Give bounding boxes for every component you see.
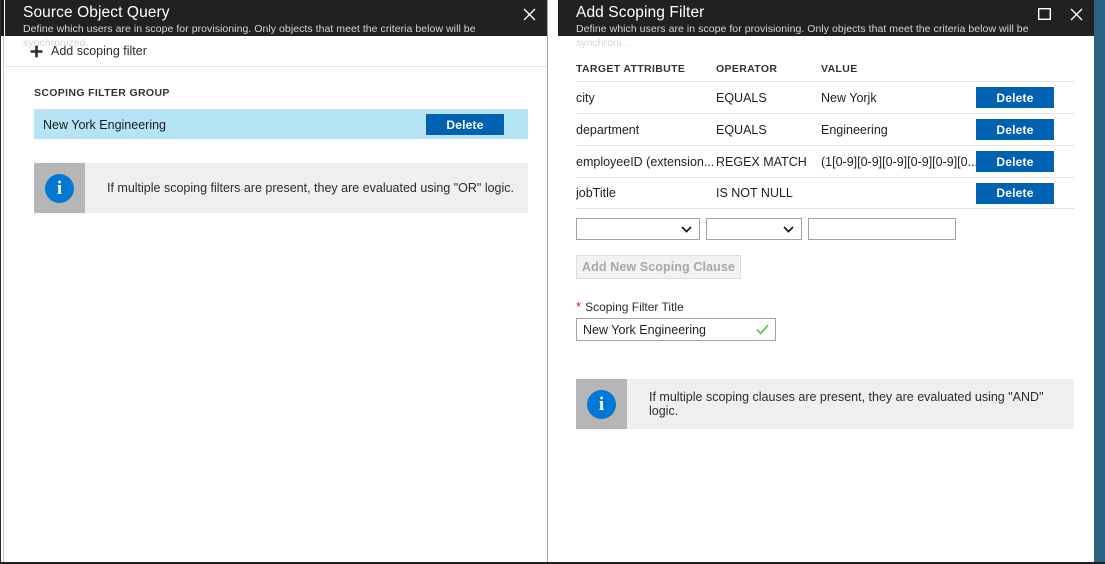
scoping-filter-group-label: SCOPING FILTER GROUP: [34, 87, 528, 99]
table-row[interactable]: city EQUALS New Yorjk Delete: [576, 81, 1074, 113]
scoping-filter-title-field: * Scoping Filter Title: [576, 300, 1076, 341]
add-new-scoping-clause-button[interactable]: Add New Scoping Clause: [576, 255, 741, 279]
cell-actions: Delete: [976, 119, 1074, 140]
blade-separator: [549, 0, 558, 562]
table-header-row: TARGET ATTRIBUTE OPERATOR VALUE: [576, 56, 1074, 81]
delete-button[interactable]: Delete: [426, 114, 504, 135]
info-message: If multiple scoping filters are present,…: [85, 163, 514, 213]
scoping-filter-title-input-wrap: [576, 318, 776, 341]
or-logic-info-box: i If multiple scoping filters are presen…: [34, 163, 528, 213]
info-icon-cell: i: [34, 163, 85, 213]
info-icon: i: [45, 174, 74, 203]
scoping-filter-name: New York Engineering: [43, 118, 166, 132]
page-title: Add Scoping Filter: [576, 3, 1082, 22]
info-message: If multiple scoping clauses are present,…: [627, 379, 1074, 429]
cell-target-attribute: department: [576, 123, 716, 137]
chevron-down-icon: [783, 220, 794, 238]
add-scoping-filter-blade: Add Scoping Filter Define which users ar…: [558, 0, 1094, 562]
cell-actions: Delete: [976, 87, 1074, 108]
delete-button[interactable]: Delete: [976, 183, 1054, 204]
operator-select[interactable]: [706, 218, 802, 240]
source-object-query-blade: Source Object Query Define which users a…: [5, 0, 548, 562]
field-label: * Scoping Filter Title: [576, 300, 1076, 314]
close-icon[interactable]: [1066, 4, 1086, 24]
table-row[interactable]: employeeID (extension... REGEX MATCH (1[…: [576, 145, 1074, 177]
column-header-target-attribute: TARGET ATTRIBUTE: [576, 63, 716, 75]
new-clause-editor: [576, 218, 1076, 240]
right-edge-strip: [1094, 0, 1105, 564]
cell-operator: REGEX MATCH: [716, 155, 821, 169]
list-item[interactable]: New York Engineering Delete: [34, 109, 528, 139]
left-blade-body: SCOPING FILTER GROUP New York Engineerin…: [5, 67, 547, 213]
cell-operator: EQUALS: [716, 123, 821, 137]
delete-button[interactable]: Delete: [976, 151, 1054, 172]
column-header-value: VALUE: [821, 63, 976, 75]
cell-target-attribute: employeeID (extension...: [576, 155, 716, 169]
field-label-text: Scoping Filter Title: [585, 300, 684, 314]
table-row[interactable]: jobTitle IS NOT NULL Delete: [576, 177, 1074, 209]
cell-value: (1[0-9][0-9][0-9][0-9][0-9][0...: [821, 155, 976, 169]
cell-operator: IS NOT NULL: [716, 186, 821, 200]
scoping-clauses-table: TARGET ATTRIBUTE OPERATOR VALUE city EQU…: [576, 56, 1074, 209]
close-icon[interactable]: [519, 4, 539, 24]
info-icon-cell: i: [576, 379, 627, 429]
info-icon: i: [587, 390, 616, 419]
cell-operator: EQUALS: [716, 91, 821, 105]
scoping-filter-title-input[interactable]: [577, 319, 775, 340]
page-subtitle: Define which users are in scope for prov…: [23, 22, 535, 50]
cell-target-attribute: jobTitle: [576, 186, 716, 200]
page-subtitle: Define which users are in scope for prov…: [576, 22, 1082, 50]
chevron-down-icon: [681, 220, 692, 238]
cell-target-attribute: city: [576, 91, 716, 105]
table-row[interactable]: department EQUALS Engineering Delete: [576, 113, 1074, 145]
value-input[interactable]: [808, 218, 956, 240]
add-scoping-filter-header: Add Scoping Filter Define which users ar…: [558, 0, 1094, 36]
right-blade-body: TARGET ATTRIBUTE OPERATOR VALUE city EQU…: [558, 56, 1094, 429]
and-logic-info-box: i If multiple scoping clauses are presen…: [576, 379, 1074, 429]
source-object-query-header: Source Object Query Define which users a…: [5, 0, 547, 36]
left-header-buttons: [519, 4, 539, 24]
window-left-border: [0, 0, 1, 564]
target-attribute-select[interactable]: [576, 218, 700, 240]
delete-button[interactable]: Delete: [976, 87, 1054, 108]
cell-value: Engineering: [821, 123, 976, 137]
column-header-operator: OPERATOR: [716, 63, 821, 75]
delete-button[interactable]: Delete: [976, 119, 1054, 140]
screen-root: Source Object Query Define which users a…: [0, 0, 1105, 564]
cell-value: New Yorjk: [821, 91, 976, 105]
right-header-buttons: [1034, 4, 1086, 24]
required-marker: *: [576, 300, 581, 313]
cell-actions: Delete: [976, 183, 1074, 204]
cell-actions: Delete: [976, 151, 1074, 172]
maximize-icon[interactable]: [1034, 4, 1054, 24]
checkmark-icon: [756, 323, 769, 337]
page-title: Source Object Query: [23, 3, 535, 22]
